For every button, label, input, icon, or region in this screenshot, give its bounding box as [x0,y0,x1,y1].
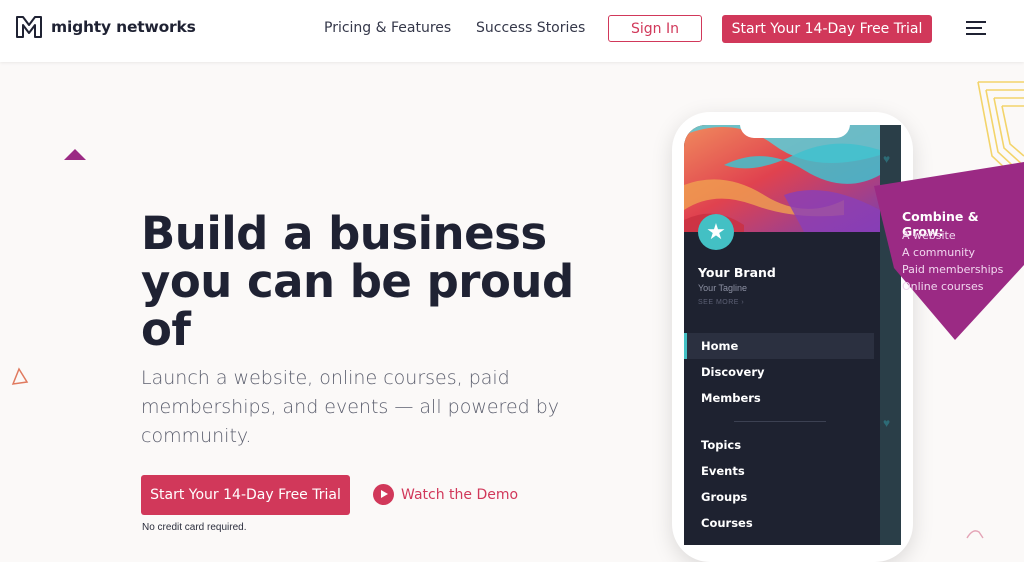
nav-pricing-features[interactable]: Pricing & Features [324,20,451,36]
phone-menu-courses[interactable]: Courses [684,510,874,536]
triangle-decoration-icon [64,149,86,160]
brand-star-icon: ★ [698,214,734,250]
outline-shape-decoration-icon [966,530,984,539]
outline-triangle-decoration-icon [11,367,29,385]
hero-subtext: Launch a website, online courses, paid m… [141,367,560,447]
phone-menu-home[interactable]: Home [684,333,874,359]
watch-demo-link[interactable]: Watch the Demo [373,484,518,505]
hamburger-menu-icon[interactable] [966,21,986,37]
yellow-lines-decoration-icon [977,81,1024,187]
brand-tagline: Your Tagline [698,283,748,293]
heart-icon: ♥ [883,152,891,166]
logo-text: mighty networks [51,18,196,36]
logo-icon [16,16,42,38]
phone-screen-edge [877,125,901,545]
hero-trial-button[interactable]: Start Your 14-Day Free Trial [141,475,350,515]
watch-demo-label: Watch the Demo [401,486,519,503]
brand-name: Your Brand [698,265,776,280]
hero-headline: Build a business you can be proud of [141,207,574,356]
play-icon [373,484,394,505]
phone-menu-events[interactable]: Events [684,458,874,484]
no-credit-card-note: No credit card required. [142,522,247,533]
sign-in-button[interactable]: Sign In [608,15,702,42]
header-trial-button[interactable]: Start Your 14-Day Free Trial [722,15,932,43]
phone-menu-groups[interactable]: Groups [684,484,874,510]
phone-menu-topics[interactable]: Topics [684,432,874,458]
phone-notch [740,112,850,138]
phone-menu-discovery[interactable]: Discovery [684,359,874,385]
nav-success-stories[interactable]: Success Stories [476,20,585,36]
phone-menu-members[interactable]: Members [684,385,874,411]
callout-item: A website [902,229,956,242]
logo[interactable]: mighty networks [15,15,196,39]
phone-screen: ★ Your Brand Your Tagline SEE MORE › Hom… [684,125,880,545]
callout-item: A community [902,246,976,259]
site-header: mighty networks Pricing & Features Succe… [0,0,1024,62]
phone-menu-divider [734,421,826,422]
heart-icon: ♥ [883,416,891,430]
callout-item: Online courses [902,280,984,293]
see-more-link[interactable]: SEE MORE › [698,299,744,306]
callout-item: Paid memberships [902,263,1004,276]
